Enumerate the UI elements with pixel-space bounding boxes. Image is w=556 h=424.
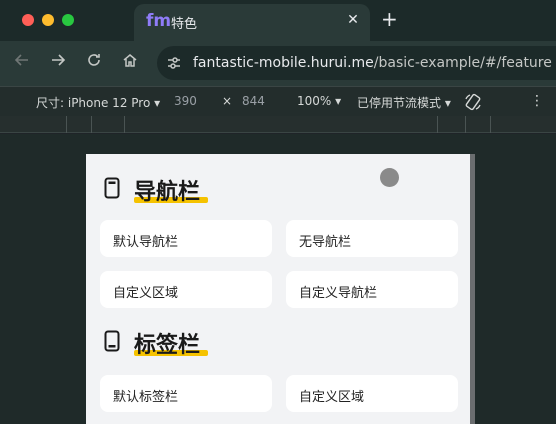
tab-title: 特色 — [171, 17, 198, 32]
reload-icon[interactable] — [82, 51, 106, 75]
feature-card[interactable]: 自定义导航栏 — [286, 271, 458, 308]
url-path: /basic-example/#/feature — [373, 55, 552, 71]
section-title: 标签栏 — [134, 333, 201, 358]
window-minimize-button[interactable] — [42, 14, 54, 26]
ruler-mark — [490, 116, 491, 133]
height-input[interactable]: 844 — [242, 94, 265, 108]
zoom-select[interactable]: 100% ▾ — [297, 94, 341, 108]
device-ruler — [0, 116, 556, 133]
ruler-mark — [66, 116, 67, 133]
rotate-icon[interactable] — [464, 93, 482, 111]
device-select-label: 尺寸: iPhone 12 Pro — [36, 96, 151, 110]
ruler-mark — [124, 116, 125, 133]
home-icon[interactable] — [118, 51, 142, 75]
more-options-icon[interactable]: ⋮ — [530, 92, 544, 110]
phone-navbar-icon — [104, 177, 120, 199]
feature-card-label: 无导航栏 — [299, 235, 352, 250]
width-input[interactable]: 390 — [174, 94, 197, 108]
feature-card-label: 默认导航栏 — [113, 235, 179, 250]
feature-card-label: 默认标签栏 — [113, 390, 179, 405]
url-host: fantastic-mobile.hurui.me — [193, 55, 374, 71]
chevron-down-icon: ▾ — [154, 96, 161, 110]
window-maximize-button[interactable] — [62, 14, 74, 26]
chevron-down-icon: ▾ — [444, 96, 451, 110]
browser-tab-strip: fm 特色 ✕ + — [0, 0, 556, 41]
phone-tabbar-icon — [104, 330, 120, 352]
feature-card-label: 自定义区域 — [113, 286, 179, 301]
site-favicon-icon: fm — [146, 11, 172, 31]
window-close-button[interactable] — [22, 14, 34, 26]
new-tab-button[interactable]: + — [381, 9, 398, 29]
feature-card-label: 自定义导航栏 — [299, 286, 378, 301]
viewport-edge — [470, 154, 475, 424]
device-toolbar: 尺寸: iPhone 12 Pro ▾ 390 × 844 100% ▾ 已停用… — [0, 86, 556, 116]
site-info-icon[interactable] — [165, 54, 183, 72]
chevron-down-icon: ▾ — [335, 94, 342, 108]
feature-card[interactable]: 自定义区域 — [100, 271, 272, 308]
feature-card[interactable]: 无导航栏 — [286, 220, 458, 257]
browser-toolbar: fantastic-mobile.hurui.me/basic-example/… — [0, 41, 556, 86]
device-select[interactable]: 尺寸: iPhone 12 Pro ▾ — [36, 94, 160, 111]
ruler-mark — [91, 116, 92, 133]
section-title: 导航栏 — [134, 180, 201, 205]
floating-dot[interactable] — [380, 168, 399, 187]
browser-tab[interactable]: fm 特色 ✕ — [134, 4, 370, 41]
back-arrow-icon[interactable] — [10, 51, 34, 75]
address-bar[interactable]: fantastic-mobile.hurui.me/basic-example/… — [157, 46, 556, 80]
feature-card-label: 自定义区域 — [299, 390, 365, 405]
ruler-mark — [465, 116, 466, 133]
dimension-times: × — [222, 94, 233, 108]
feature-card[interactable]: 默认导航栏 — [100, 220, 272, 257]
throttle-label: 已停用节流模式 — [357, 96, 442, 110]
ruler-mark — [437, 116, 438, 133]
tab-close-icon[interactable]: ✕ — [344, 11, 362, 29]
feature-card[interactable]: 自定义区域 — [286, 375, 458, 412]
emulated-page: 导航栏 默认导航栏 无导航栏 自定义区域 自定义导航栏 标签栏 默认标签栏 自定… — [86, 154, 470, 424]
zoom-label: 100% — [297, 94, 332, 108]
forward-arrow-icon[interactable] — [46, 51, 70, 75]
throttle-select[interactable]: 已停用节流模式 ▾ — [357, 94, 451, 111]
feature-card[interactable]: 默认标签栏 — [100, 375, 272, 412]
url-text: fantastic-mobile.hurui.me/basic-example/… — [193, 55, 552, 71]
